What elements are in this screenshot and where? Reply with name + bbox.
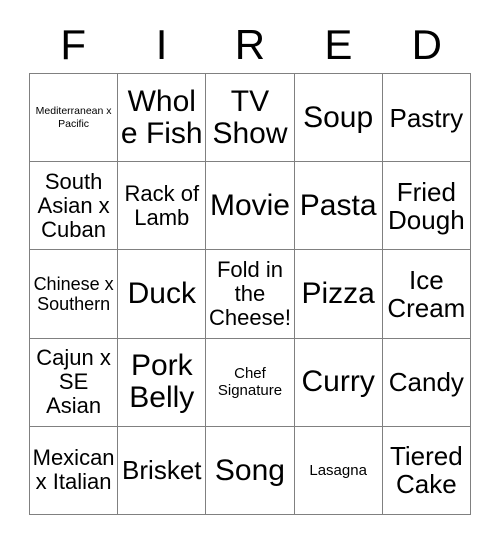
- bingo-cell[interactable]: Whole Fish: [118, 74, 207, 163]
- bingo-cell[interactable]: Brisket: [118, 426, 207, 516]
- bingo-cell-label: Movie: [209, 188, 290, 222]
- bingo-cell-label: TV Show: [212, 84, 288, 150]
- bingo-cell-label: Soup: [303, 100, 374, 134]
- bingo-cell[interactable]: Lasagna: [294, 426, 383, 516]
- bingo-cell-label: Tiered Cake: [389, 441, 463, 500]
- bingo-cell-label: Brisket: [122, 455, 202, 486]
- bingo-card: F I R E D Mediterranean x Pacific Whole …: [29, 16, 471, 516]
- bingo-row: Cajun x SE Asian Pork Belly Chef Signatu…: [30, 338, 471, 427]
- bingo-cell[interactable]: Pasta: [294, 162, 383, 251]
- bingo-cell-label: Lasagna: [309, 461, 367, 479]
- bingo-cell[interactable]: Pastry: [382, 74, 471, 163]
- bingo-cell-label: Curry: [301, 365, 375, 399]
- bingo-cell[interactable]: TV Show: [206, 74, 295, 163]
- bingo-cell-label: Pork Belly: [129, 349, 195, 415]
- bingo-cell[interactable]: South Asian x Cuban: [30, 162, 119, 251]
- bingo-header-letter-5: D: [411, 20, 442, 68]
- bingo-grid: Mediterranean x Pacific Whole Fish TV Sh…: [29, 73, 471, 516]
- bingo-header-letter-4: E: [324, 20, 353, 68]
- bingo-cell[interactable]: Rack of Lamb: [118, 162, 207, 251]
- bingo-cell-label: Chinese x Southern: [33, 273, 114, 314]
- bingo-cell[interactable]: Movie: [206, 162, 295, 251]
- bingo-cell-label: Candy: [388, 367, 464, 398]
- bingo-cell-label: Rack of Lamb: [124, 180, 200, 230]
- bingo-cell[interactable]: Soup: [294, 74, 383, 163]
- bingo-row: Mediterranean x Pacific Whole Fish TV Sh…: [30, 74, 471, 163]
- bingo-cell[interactable]: Duck: [118, 250, 207, 339]
- bingo-cell-label: South Asian x Cuban: [37, 168, 110, 242]
- bingo-cell[interactable]: Mediterranean x Pacific: [30, 74, 119, 163]
- bingo-cell[interactable]: Pizza: [294, 250, 383, 339]
- bingo-cell[interactable]: Chef Signature: [206, 338, 295, 427]
- bingo-cell[interactable]: Candy: [382, 338, 471, 427]
- bingo-cell-label: Fried Dough: [388, 176, 465, 235]
- bingo-cell-label: Whole Fish: [120, 84, 203, 150]
- bingo-cell-label: Cajun x SE Asian: [36, 344, 111, 419]
- bingo-header-letter-2: I: [155, 20, 168, 68]
- bingo-cell-label: Fold in the Cheese!: [208, 256, 291, 331]
- bingo-cell[interactable]: Chinese x Southern: [30, 250, 119, 339]
- bingo-row: Mexican x Italian Brisket Song Lasagna T…: [30, 426, 471, 516]
- bingo-cell-label: Chef Signature: [217, 364, 283, 400]
- bingo-cell-label: Song: [214, 453, 285, 487]
- bingo-header-row: F I R E D: [29, 16, 471, 73]
- bingo-row: Chinese x Southern Duck Fold in the Chee…: [30, 250, 471, 339]
- bingo-cell[interactable]: Fried Dough: [382, 162, 471, 251]
- bingo-cell-label: Mediterranean x Pacific: [35, 104, 112, 130]
- bingo-cell[interactable]: Tiered Cake: [382, 426, 471, 516]
- bingo-cell[interactable]: Cajun x SE Asian: [30, 338, 119, 427]
- bingo-cell-label: Pasta: [299, 188, 377, 222]
- bingo-cell-label: Pizza: [301, 277, 375, 311]
- bingo-cell[interactable]: Ice Cream: [382, 250, 471, 339]
- bingo-cell[interactable]: Pork Belly: [118, 338, 207, 427]
- bingo-cell[interactable]: Mexican x Italian: [30, 426, 119, 516]
- bingo-header-letter-3: R: [234, 20, 266, 68]
- bingo-cell[interactable]: Curry: [294, 338, 383, 427]
- bingo-cell-label: Mexican x Italian: [32, 445, 115, 495]
- bingo-cell-label: Ice Cream: [387, 264, 466, 323]
- bingo-cell[interactable]: Fold in the Cheese!: [206, 250, 295, 339]
- bingo-cell[interactable]: Song: [206, 426, 295, 516]
- bingo-cell-label: Pastry: [389, 102, 464, 133]
- bingo-row: South Asian x Cuban Rack of Lamb Movie P…: [30, 162, 471, 251]
- bingo-cell-label: Duck: [127, 277, 196, 311]
- bingo-header-letter-1: F: [60, 20, 87, 68]
